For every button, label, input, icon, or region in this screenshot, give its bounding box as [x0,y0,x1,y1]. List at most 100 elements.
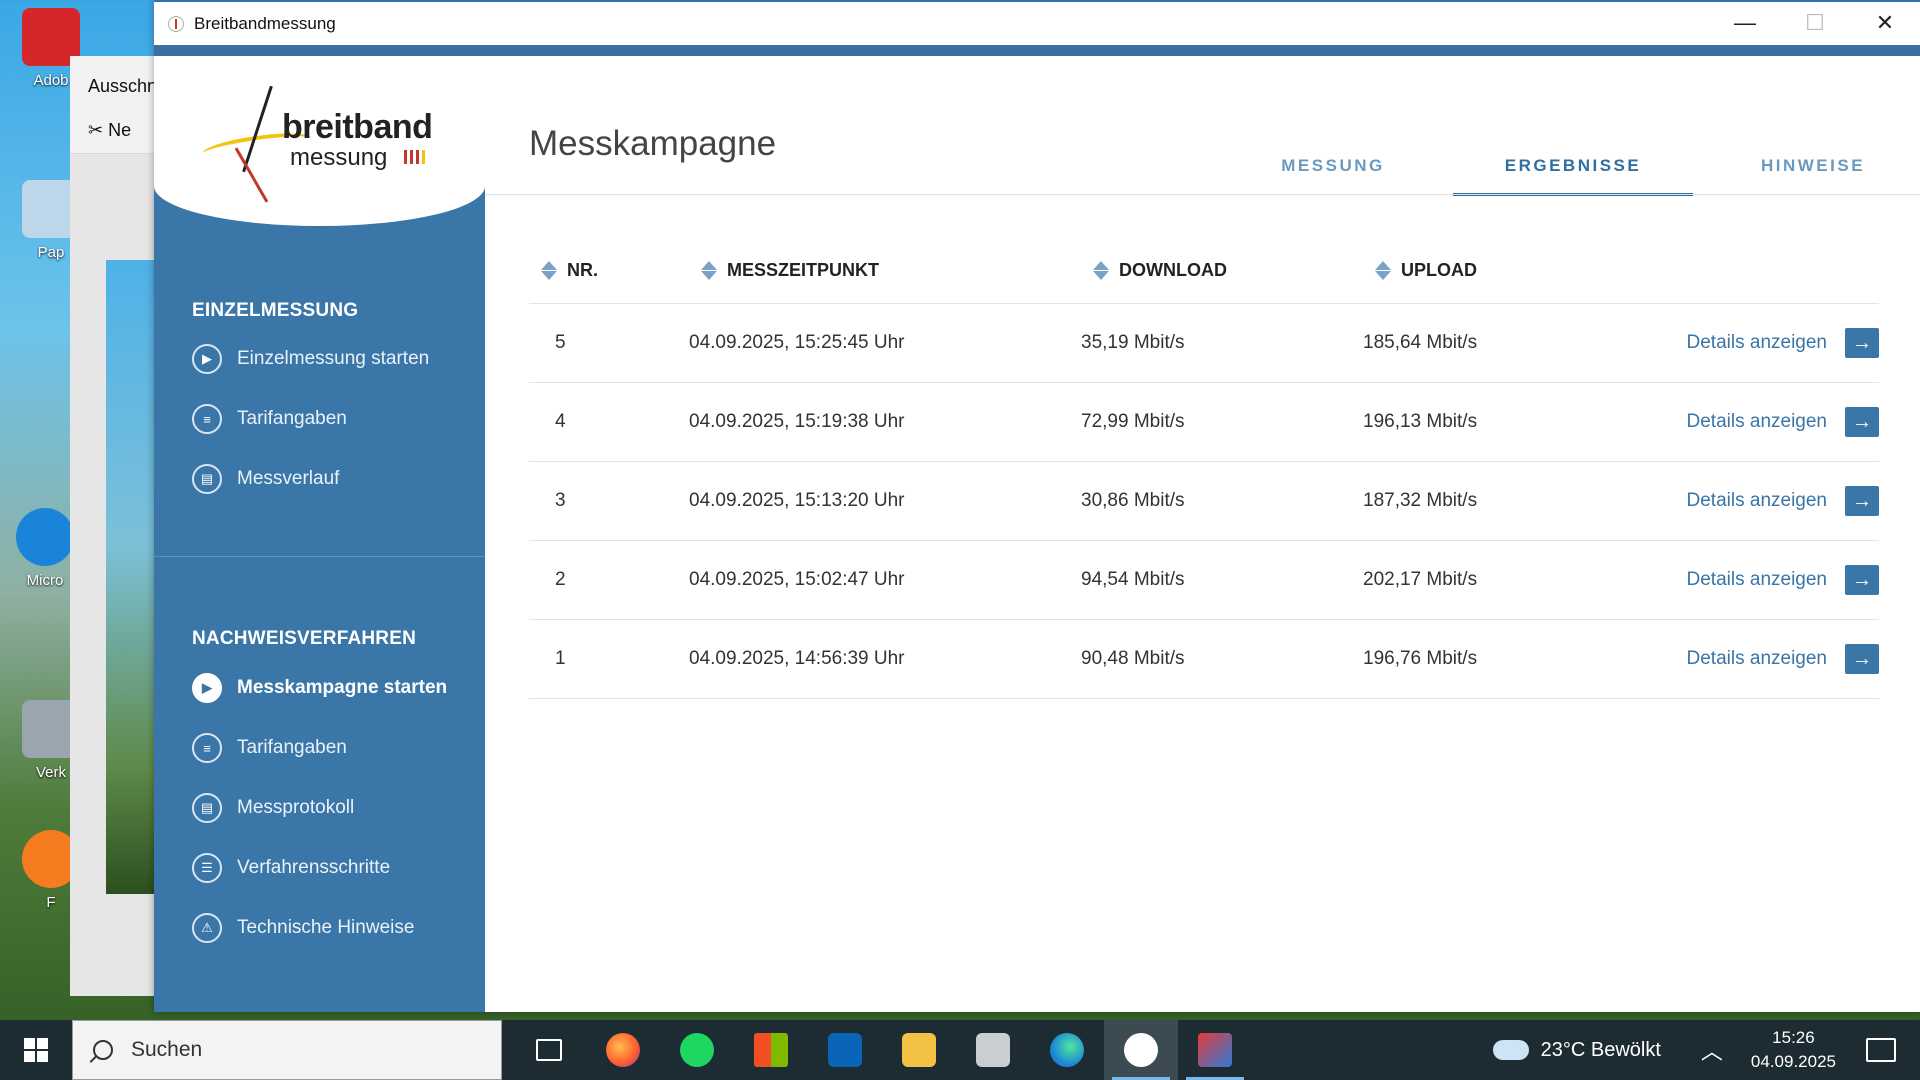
nav-messverlauf[interactable]: ▤ Messverlauf [192,461,339,497]
logo[interactable]: breitband messung [154,56,485,226]
nav-messkampagne-starten[interactable]: ▶ Messkampagne starten [192,670,447,706]
header-download[interactable]: DOWNLOAD [1081,260,1363,281]
notes-icon [976,1033,1010,1067]
tab-hinweise[interactable]: HINWEISE [1693,146,1920,196]
snipping-tool-button[interactable] [1178,1020,1252,1080]
list-icon: ☰ [192,853,222,883]
firefox-icon [606,1033,640,1067]
cell-download: 30,86 Mbit/s [1081,490,1185,511]
arrow-right-icon[interactable]: → [1845,486,1879,516]
sort-icon [1375,260,1389,281]
edge-icon [16,508,74,566]
header-upload[interactable]: UPLOAD [1363,260,1683,281]
user-card-icon: ≡ [192,733,222,763]
explorer-button[interactable] [882,1020,956,1080]
cell-download: 94,54 Mbit/s [1081,569,1185,590]
nav-messprotokoll[interactable]: ▤ Messprotokoll [192,790,354,826]
outlook-icon [828,1033,862,1067]
clock-date: 04.09.2025 [1750,1052,1836,1071]
notes-button[interactable] [956,1020,1030,1080]
tab-bar: MESSUNG ERGEBNISSE HINWEISE [1213,146,1920,196]
play-icon: ▶ [192,344,222,374]
notification-icon[interactable] [1866,1038,1896,1062]
cell-upload: 202,17 Mbit/s [1363,569,1478,590]
breitbandmessung-icon [1124,1033,1158,1067]
close-button[interactable]: ✕ [1850,2,1920,44]
nav-einzelmessung-starten[interactable]: ▶ Einzelmessung starten [192,341,429,377]
cell-upload: 196,13 Mbit/s [1363,411,1478,432]
windows-icon [24,1038,48,1062]
header-strip [154,45,1920,56]
header-messzeitpunkt[interactable]: MESSZEITPUNKT [689,260,1081,281]
snipping-tool-icon [1198,1033,1232,1067]
arrow-right-icon[interactable]: → [1845,644,1879,674]
table-row: 1 04.09.2025, 14:56:39 Uhr 90,48 Mbit/s … [529,620,1879,699]
cell-nr: 1 [555,648,566,669]
cell-upload: 196,76 Mbit/s [1363,648,1478,669]
table-header: NR. MESSZEITPUNKT DOWNLOAD UPLOAD [529,238,1879,304]
main-content: Messkampagne MESSUNG ERGEBNISSE HINWEISE… [485,56,1920,1012]
arrow-right-icon[interactable]: → [1845,328,1879,358]
page-title: Messkampagne [529,124,777,163]
table-row: 3 04.09.2025, 15:13:20 Uhr 30,86 Mbit/s … [529,462,1879,541]
results-table: NR. MESSZEITPUNKT DOWNLOAD UPLOAD 5 04.0… [529,238,1879,699]
details-action: Details anzeigen → [1683,328,1879,358]
nav-tarifangaben-2[interactable]: ≡ Tarifangaben [192,730,347,766]
outlook-button[interactable] [808,1020,882,1080]
section-title-einzelmessung: EINZELMESSUNG [192,300,359,321]
sort-icon [701,260,715,281]
taskbar: Suchen 23°C Bewölkt ︿ 15:26 04.09.2025 [0,1020,1920,1080]
clock[interactable]: 15:26 04.09.2025 [1751,1026,1836,1074]
store-icon [754,1033,788,1067]
cell-time: 04.09.2025, 15:02:47 Uhr [689,569,905,590]
store-button[interactable] [734,1020,808,1080]
tab-ergebnisse[interactable]: ERGEBNISSE [1453,146,1693,196]
weather-text[interactable]: 23°C Bewölkt [1541,1039,1661,1062]
app-icon [168,15,184,32]
details-link[interactable]: Details anzeigen [1687,411,1827,433]
cell-nr: 3 [555,490,566,511]
cell-time: 04.09.2025, 15:13:20 Uhr [689,490,905,511]
sidebar-divider [154,556,485,557]
window-title: Breitbandmessung [194,13,336,33]
cell-download: 90,48 Mbit/s [1081,648,1185,669]
logo-text-messung: messung [290,144,388,171]
chevron-up-icon[interactable]: ︿ [1701,1034,1723,1066]
arrow-right-icon[interactable]: → [1845,565,1879,595]
start-button[interactable] [0,1020,72,1080]
details-link[interactable]: Details anzeigen [1687,569,1827,591]
details-link[interactable]: Details anzeigen [1687,490,1827,512]
nav-technische-hinweise[interactable]: ⚠ Technische Hinweise [192,910,414,946]
cell-upload: 185,64 Mbit/s [1363,332,1478,353]
table-row: 2 04.09.2025, 15:02:47 Uhr 94,54 Mbit/s … [529,541,1879,620]
nav-tarifangaben-1[interactable]: ≡ Tarifangaben [192,401,347,437]
table-row: 4 04.09.2025, 15:19:38 Uhr 72,99 Mbit/s … [529,383,1879,462]
details-link[interactable]: Details anzeigen [1687,648,1827,670]
search-placeholder: Suchen [131,1038,203,1061]
spotify-button[interactable] [660,1020,734,1080]
nav-verfahrensschritte[interactable]: ☰ Verfahrensschritte [192,850,390,886]
cell-time: 04.09.2025, 15:25:45 Uhr [689,332,905,353]
cell-nr: 5 [555,332,566,353]
edge-button[interactable] [1030,1020,1104,1080]
logo-stem [242,85,273,173]
arrow-right-icon[interactable]: → [1845,407,1879,437]
breitbandmessung-button[interactable] [1104,1020,1178,1080]
cell-time: 04.09.2025, 14:56:39 Uhr [689,648,905,669]
user-card-icon: ≡ [192,404,222,434]
tab-messung[interactable]: MESSUNG [1213,146,1453,196]
play-icon: ▶ [192,673,222,703]
warning-icon: ⚠ [192,913,222,943]
header-nr[interactable]: NR. [529,260,689,281]
details-action: Details anzeigen → [1683,565,1879,595]
maximize-button[interactable]: ☐ [1780,2,1850,44]
sidebar: breitband messung EINZELMESSUNG ▶ Einzel… [154,56,485,1012]
task-view-icon [536,1039,562,1061]
title-bar: Breitbandmessung — ☐ ✕ [154,0,1920,45]
minimize-button[interactable]: — [1710,2,1780,44]
firefox-button[interactable] [586,1020,660,1080]
taskbar-search[interactable]: Suchen [72,1020,502,1080]
task-view-button[interactable] [512,1020,586,1080]
explorer-icon [902,1033,936,1067]
details-link[interactable]: Details anzeigen [1687,332,1827,354]
